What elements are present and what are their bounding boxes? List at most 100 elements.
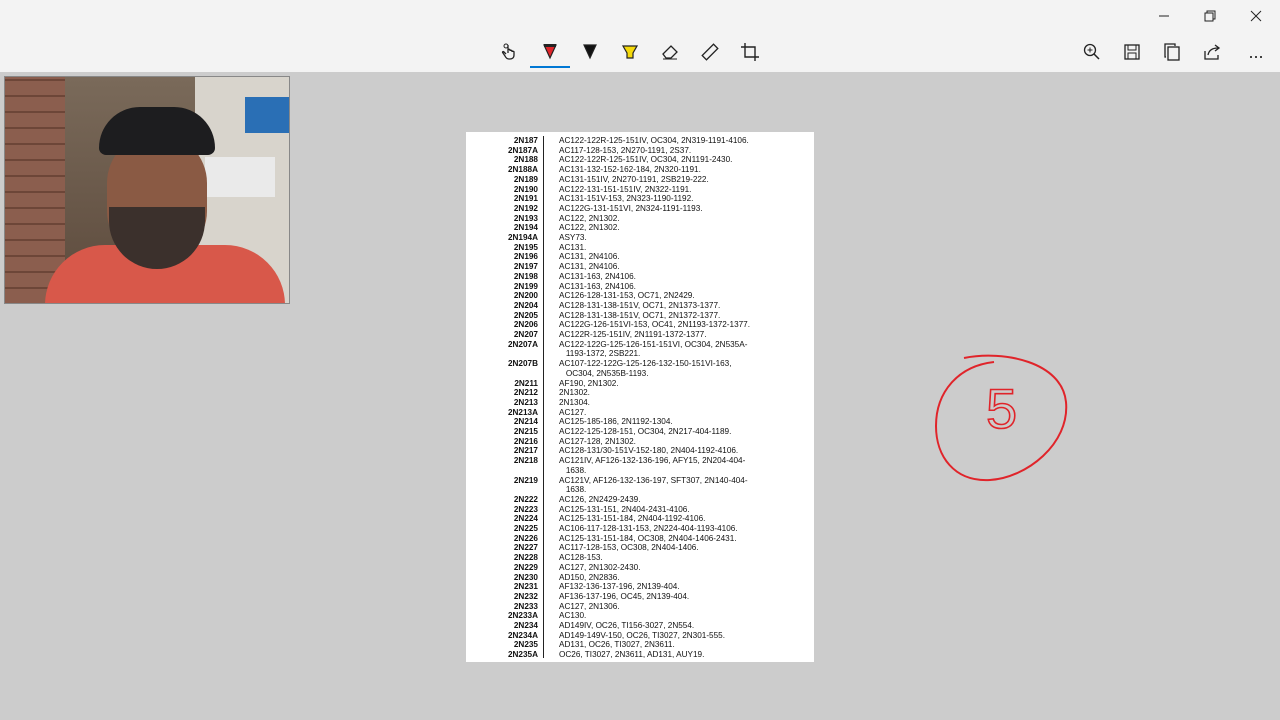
crop-tool[interactable]: [730, 36, 770, 68]
save-button[interactable]: [1114, 36, 1150, 68]
ruler-icon: [701, 43, 719, 61]
table-row: 2N232 AF136-137-196, OC45, 2N139-404.: [466, 592, 814, 602]
transistor-code: 2N225: [513, 524, 538, 533]
transistor-code: 2N188A: [507, 165, 538, 175]
equivalents-text: AC122G-131-151VI, 2N324-1191-1193.: [559, 203, 703, 213]
equivalents-text: AC126, 2N2429-2439.: [559, 494, 641, 504]
table-row: 2N213 2N1304.: [466, 398, 814, 408]
table-row: 2N200 AC126-128-131-153, OC71, 2N2429.: [466, 291, 814, 301]
table-row: 2N234 AD149IV, OC26, TI156-3027, 2N554.: [466, 621, 814, 631]
table-row: 2N213A AC127.: [466, 408, 814, 418]
transistor-code: 2N234: [513, 621, 538, 630]
equivalents-text: AC122G-126-151VI-153, OC41, 2N1193-1372-…: [559, 320, 751, 330]
ballpoint-pen-tool[interactable]: [530, 36, 570, 68]
transistor-code: 2N224: [513, 514, 538, 524]
equivalents-text: AD131, OC26, TI3027, 2N3611.: [559, 640, 675, 650]
presenter-cap: [99, 107, 215, 155]
equivalents-text: AC125-185-186, 2N1192-1304.: [559, 417, 673, 427]
eraser-tool[interactable]: [650, 36, 690, 68]
transistor-code: 2N194: [513, 223, 538, 233]
table-row: 2N227 AC117-128-153, OC308, 2N404-1406.: [466, 543, 814, 553]
close-button[interactable]: [1233, 0, 1279, 32]
equivalents-text: AC131-151IV, 2N270-1191, 2SB219-222.: [559, 174, 709, 184]
transistor-code: 2N212: [513, 388, 538, 398]
restore-icon: [1204, 10, 1216, 22]
transistor-code: 2N232: [513, 591, 538, 601]
equivalents-text: AC122-122R-125-151IV, OC304, 2N1191-2430…: [559, 155, 733, 165]
equivalents-text: AF132-136-137-196, 2N139-404.: [559, 582, 680, 592]
table-row: 2N204 AC128-131-138-151V, OC71, 2N1373-13…: [466, 301, 814, 311]
ruler-tool[interactable]: [690, 36, 730, 68]
copy-button[interactable]: [1154, 36, 1190, 68]
table-row: 2N235 AD131, OC26, TI3027, 2N3611.: [466, 640, 814, 650]
equivalents-text: AC122-122G-125-126-151-151VI, OC304, 2N5…: [559, 339, 748, 359]
transistor-code: 2N187A: [507, 145, 538, 155]
transistor-code: 2N198: [513, 271, 538, 281]
table-row: 2N219 AC121V, AF126-132-136-197, SFT307, …: [466, 476, 814, 495]
equivalents-text: AC130.: [559, 611, 587, 621]
table-row: 2N234A AD149-149V-150, OC26, TI3027, 2N30…: [466, 631, 814, 641]
document-page: 2N187 AC122-122R-125-151IV, OC304, 2N319-…: [466, 132, 814, 662]
table-row: 2N212 2N1302.: [466, 388, 814, 398]
transistor-code: 2N199: [513, 281, 538, 291]
equivalents-text: AC125-131-151-184, OC308, 2N404-1406-243…: [559, 533, 737, 543]
more-options-button[interactable]: ...: [1238, 36, 1274, 68]
equivalents-text: OC26, TI3027, 2N3611, AD131, AUY19.: [559, 650, 705, 660]
transistor-code: 2N233: [513, 601, 538, 611]
transistor-code: 2N227: [513, 543, 538, 553]
more-icon: ...: [1248, 41, 1264, 62]
equivalents-text: AC131, 2N4106.: [559, 262, 620, 272]
table-row: 2N211 AF190, 2N1302.: [466, 379, 814, 389]
equivalents-text: AC131-132-152-162-184, 2N320-1191.: [559, 165, 701, 175]
touch-hand-icon: [501, 43, 515, 60]
table-row: 2N207A AC122-122G-125-126-151-151VI, OC30…: [466, 340, 814, 359]
transistor-code: 2N206: [513, 320, 538, 330]
save-icon: [1124, 44, 1140, 60]
zoom-button[interactable]: [1074, 36, 1110, 68]
zoom-icon: [1083, 43, 1100, 60]
table-row: 2N193 AC122, 2N1302.: [466, 214, 814, 224]
table-row: 2N230 AD150, 2N2836.: [466, 573, 814, 583]
table-row: 2N194 AC122, 2N1302.: [466, 223, 814, 233]
equivalents-text: AC125-131-151-184, 2N404-1192-4106.: [559, 514, 706, 524]
table-row: 2N190 AC122-131-151-151IV, 2N322-1191.: [466, 185, 814, 195]
equivalents-text: AC128-131-138-151V, OC71, 2N1373-1377.: [559, 300, 721, 310]
transistor-code: 2N204: [513, 300, 538, 310]
transistor-code: 2N193: [513, 213, 538, 223]
touch-writing-tool[interactable]: [490, 36, 530, 68]
table-row: 2N216 AC127-128, 2N1302.: [466, 437, 814, 447]
pencil-tool[interactable]: [570, 36, 610, 68]
table-row: 2N199 AC131-163, 2N4106.: [466, 282, 814, 292]
equivalents-text: AC131-163, 2N4106.: [559, 281, 636, 291]
table-row: 2N233 AC127, 2N1306.: [466, 602, 814, 612]
transistor-code: 2N189: [513, 174, 538, 184]
transistor-code: 2N197: [513, 262, 538, 272]
transistor-code: 2N214: [513, 417, 538, 427]
table-row: 2N188 AC122-122R-125-151IV, OC304, 2N1191…: [466, 155, 814, 165]
equivalents-text: AC122-131-151-151IV, 2N322-1191.: [559, 184, 692, 194]
minimize-button[interactable]: [1141, 0, 1187, 32]
equivalents-text: AC131-151V-153, 2N323-1190-1192.: [559, 194, 694, 204]
restore-button[interactable]: [1187, 0, 1233, 32]
highlighter-tool[interactable]: [610, 36, 650, 68]
table-row: 2N233A AC130.: [466, 611, 814, 621]
transistor-code: 2N194A: [507, 233, 538, 242]
drawing-canvas[interactable]: 2N187 AC122-122R-125-151IV, OC304, 2N319-…: [0, 72, 1280, 720]
table-row: 2N205 AC128-131-138-151V, OC71, 2N1372-13…: [466, 311, 814, 321]
share-button[interactable]: [1194, 36, 1230, 68]
equivalents-text: AC122-125-128-151, OC304, 2N217-404-1189…: [559, 427, 732, 436]
transistor-code: 2N196: [513, 252, 538, 262]
equivalents-text: AC121V, AF126-132-136-197, SFT307, 2N140…: [559, 475, 748, 495]
pen-black-icon: [583, 44, 597, 60]
table-row: 2N229 AC127, 2N1302-2430.: [466, 563, 814, 573]
transistor-code: 2N188: [513, 155, 538, 165]
equivalents-text: AC127, 2N1302-2430.: [559, 562, 641, 572]
equivalents-text: AC127-128, 2N1302.: [559, 436, 636, 446]
equivalents-text: AC106-117-128-131-153, 2N224-404-1193-41…: [559, 524, 738, 533]
transistor-code: 2N228: [513, 553, 538, 563]
equivalents-text: AC122, 2N1302.: [559, 223, 620, 233]
equivalents-text: AF136-137-196, OC45, 2N139-404.: [559, 591, 690, 601]
eraser-icon: [662, 45, 678, 60]
equivalents-text: AF190, 2N1302.: [559, 378, 619, 388]
equivalents-text: 2N1304.: [559, 397, 590, 407]
